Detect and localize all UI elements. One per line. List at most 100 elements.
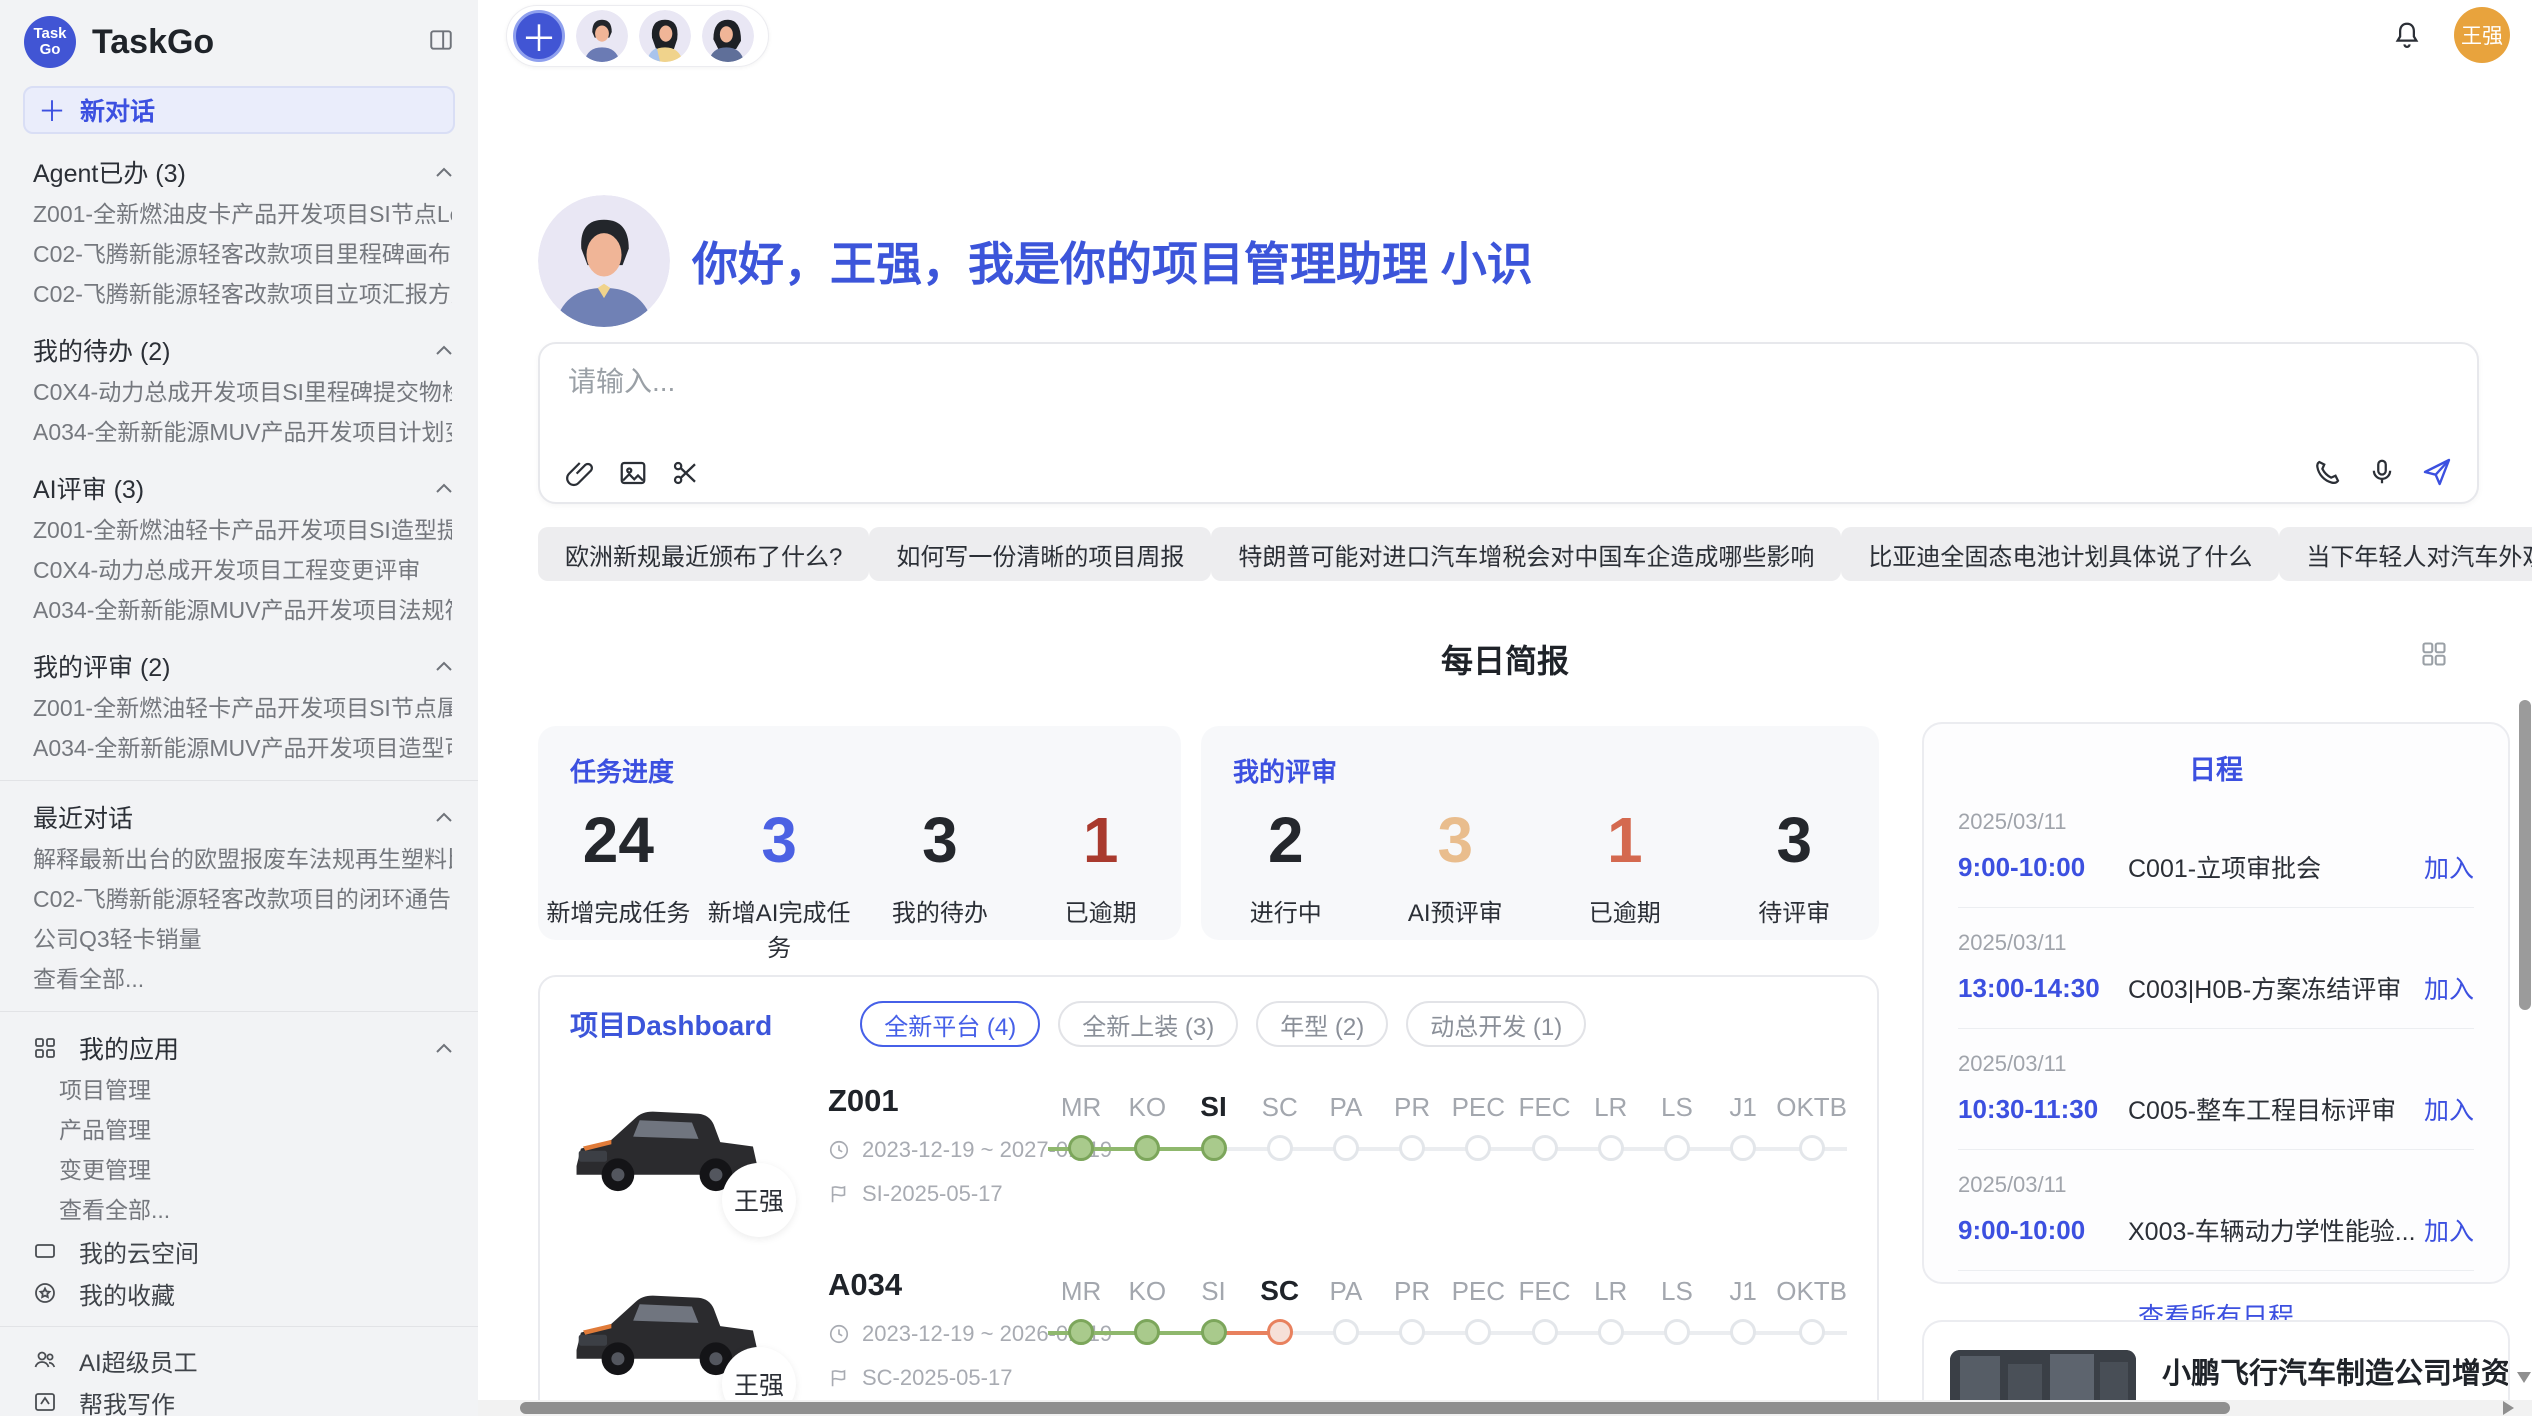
vertical-scrollbar[interactable] <box>2518 0 2532 1416</box>
group-header[interactable]: AI评审 (3) <box>33 466 452 510</box>
scroll-down-arrow-icon[interactable] <box>2517 1372 2531 1383</box>
divider <box>1958 1270 2474 1271</box>
sidebar-group-my-review: 我的评审 (2) Z001-全新燃油轻卡产品开发项目SI节点属性5D文件评审 A… <box>0 644 478 768</box>
notification-bell-icon[interactable] <box>2392 20 2422 55</box>
sidebar-collapse-icon[interactable] <box>428 27 454 58</box>
scissors-icon[interactable] <box>670 458 700 488</box>
logo-text-top: Task <box>33 26 66 42</box>
schedule-name: X003-车辆动力学性能验... <box>2118 1212 2424 1248</box>
sidebar-item[interactable]: 解释最新出台的欧盟报废车法规再生塑料比例被调至15%... <box>33 839 452 879</box>
milestone-track: MR KO SI SC PA PR PEC FEC LR LS J1 OKTB <box>1048 1265 1847 1355</box>
microphone-icon[interactable] <box>2367 457 2397 487</box>
group-header[interactable]: 我的应用 <box>33 1026 452 1070</box>
sidebar-item[interactable]: Z001-全新燃油轻卡产品开发项目SI造型提交物评审 <box>33 510 452 550</box>
view-all-link[interactable]: 查看全部... <box>59 1190 452 1230</box>
sidebar-item[interactable]: 公司Q3轻卡销量 <box>33 919 452 959</box>
sidebar-item-app[interactable]: 变更管理 <box>59 1150 452 1190</box>
sidebar-header: Task Go TaskGo <box>0 0 478 76</box>
sidebar-item-app[interactable]: 产品管理 <box>59 1110 452 1150</box>
sidebar-item-app[interactable]: 项目管理 <box>59 1070 452 1110</box>
send-icon[interactable] <box>2421 456 2453 488</box>
voice-call-icon[interactable] <box>2313 457 2343 487</box>
group-header[interactable]: 最近对话 <box>33 795 452 839</box>
main-content: ＋ 王强 你好，王强，我是你的项目管理助理 小识 <box>478 0 2532 1416</box>
user-avatar[interactable]: 王强 <box>2454 7 2510 63</box>
horizontal-scrollbar-thumb[interactable] <box>520 1402 2230 1414</box>
sidebar-item[interactable]: C0X4-动力总成开发项目工程变更评审 <box>33 550 452 590</box>
new-chat-button[interactable]: ＋ 新对话 <box>23 86 455 134</box>
join-link[interactable]: 加入 <box>2424 1091 2474 1127</box>
group-header[interactable]: 我的评审 (2) <box>33 644 452 688</box>
milestone-dot <box>1399 1319 1425 1345</box>
sidebar-item-cloud-space[interactable]: 我的云空间 <box>0 1230 478 1272</box>
sidebar-group-my-apps: 我的应用 项目管理 产品管理 变更管理 查看全部... <box>0 1026 478 1230</box>
schedule-name: C003|H0B-方案冻结评审 <box>2118 970 2424 1006</box>
sidebar-item[interactable]: Z001-全新燃油轻卡产品开发项目SI节点属性5D文件评审 <box>33 688 452 728</box>
task-progress-card: 任务进度 24新增完成任务 3新增AI完成任务 3我的待办 1已逾期 <box>538 726 1181 940</box>
project-owner-badge: 王强 <box>722 1163 796 1237</box>
scroll-right-arrow-icon[interactable] <box>2503 1401 2514 1415</box>
sidebar-item[interactable]: C02-飞腾新能源轻客改款项目里程碑画布 <box>33 234 452 274</box>
suggestion-chips: 欧洲新规最近颁布了什么? 如何写一份清晰的项目周报 特朗普可能对进口汽车增税会对… <box>538 527 2479 581</box>
sidebar-item[interactable]: C02-飞腾新能源轻客改款项目立项汇报方案 <box>33 274 452 314</box>
suggestion-chip[interactable]: 当下年轻人对汽车外观有怎样的喜好趋势 <box>2279 527 2532 581</box>
milestone-dot <box>1532 1319 1558 1345</box>
suggestion-chip[interactable]: 欧洲新规最近颁布了什么? <box>538 527 869 581</box>
group-header[interactable]: 我的待办 (2) <box>33 328 452 372</box>
group-title: AI评审 (3) <box>33 470 144 506</box>
schedule-item: 2025/03/11 9:00-10:00 X003-车辆动力学性能验... 加… <box>1958 1150 2474 1271</box>
sidebar-item-ai-super-staff[interactable]: AI超级员工 <box>0 1339 478 1381</box>
tab-powertrain[interactable]: 动总开发 (1) <box>1406 1001 1586 1047</box>
horizontal-scrollbar[interactable] <box>478 1400 2532 1416</box>
people-icon <box>33 1348 57 1372</box>
sidebar-item[interactable]: A034-全新新能源MUV产品开发项目计划变更表编写 <box>33 412 452 452</box>
sidebar-item[interactable]: A034-全新新能源MUV产品开发项目法规符合性评审 <box>33 590 452 630</box>
group-title: 我的待办 (2) <box>33 332 171 368</box>
join-link[interactable]: 加入 <box>2424 970 2474 1006</box>
tab-all-new-platform[interactable]: 全新平台 (4) <box>860 1001 1040 1047</box>
sidebar-item[interactable]: C0X4-动力总成开发项目SI里程碑提交物检查 <box>33 372 452 412</box>
chevron-up-icon <box>436 483 452 494</box>
image-icon[interactable] <box>618 458 648 488</box>
group-title: 我的应用 <box>79 1030 179 1066</box>
sidebar-item-favorites[interactable]: 我的收藏 <box>0 1272 478 1314</box>
sidebar-item-help-write[interactable]: 帮我写作 <box>0 1381 478 1416</box>
clock-icon <box>828 1139 850 1161</box>
suggestion-chip[interactable]: 特朗普可能对进口汽车增税会对中国车企造成哪些影响 <box>1211 527 1841 581</box>
agent-avatar[interactable] <box>639 10 691 62</box>
suggestion-chip[interactable]: 如何写一份清晰的项目周报 <box>869 527 1211 581</box>
divider <box>0 1011 478 1012</box>
stat: 1已逾期 <box>1540 803 1710 928</box>
schedule-date: 2025/03/11 <box>1958 1172 2474 1198</box>
view-all-link[interactable]: 查看全部... <box>33 959 452 999</box>
sidebar-item[interactable]: Z001-全新燃油皮卡产品开发项目SI节点Lesson Learn报告 <box>33 194 452 234</box>
project-row[interactable]: 王强 Z001 2023-12-19 ~ 2027-01-19 SI-2025-… <box>570 1081 1847 1231</box>
join-link[interactable]: 加入 <box>2424 849 2474 885</box>
join-link[interactable]: 加入 <box>2424 1212 2474 1248</box>
project-row[interactable]: 王强 A034 2023-12-19 ~ 2026-01-19 SC-2025-… <box>570 1265 1847 1415</box>
add-agent-button[interactable]: ＋ <box>513 10 565 62</box>
vertical-scrollbar-thumb[interactable] <box>2519 700 2531 1010</box>
milestone-dot <box>1333 1135 1359 1161</box>
layout-grid-icon[interactable] <box>2420 640 2448 673</box>
flag-icon <box>828 1367 850 1389</box>
attach-icon[interactable] <box>566 458 596 488</box>
milestone-dot <box>1598 1319 1624 1345</box>
schedule-time: 10:30-11:30 <box>1958 1094 2118 1125</box>
message-input[interactable] <box>568 360 2268 440</box>
group-header[interactable]: Agent已办 (3) <box>33 150 452 194</box>
milestone-dot-done <box>1068 1319 1094 1345</box>
sidebar-item[interactable]: C02-飞腾新能源轻客改款项目的闭环通告反馈情况 <box>33 879 452 919</box>
sidebar-item[interactable]: A034-全新新能源MUV产品开发项目造型可行性评审 <box>33 728 452 768</box>
message-composer <box>538 342 2479 504</box>
milestone-dot <box>1532 1135 1558 1161</box>
agent-avatar[interactable] <box>576 10 628 62</box>
agent-avatar[interactable] <box>702 10 754 62</box>
milestone-dot <box>1267 1135 1293 1161</box>
divider <box>0 780 478 781</box>
tab-year-model[interactable]: 年型 (2) <box>1256 1001 1388 1047</box>
milestone-dot <box>1799 1135 1825 1161</box>
suggestion-chip[interactable]: 比亚迪全固态电池计划具体说了什么 <box>1841 527 2279 581</box>
tab-new-body[interactable]: 全新上装 (3) <box>1058 1001 1238 1047</box>
new-chat-label: 新对话 <box>80 92 155 128</box>
